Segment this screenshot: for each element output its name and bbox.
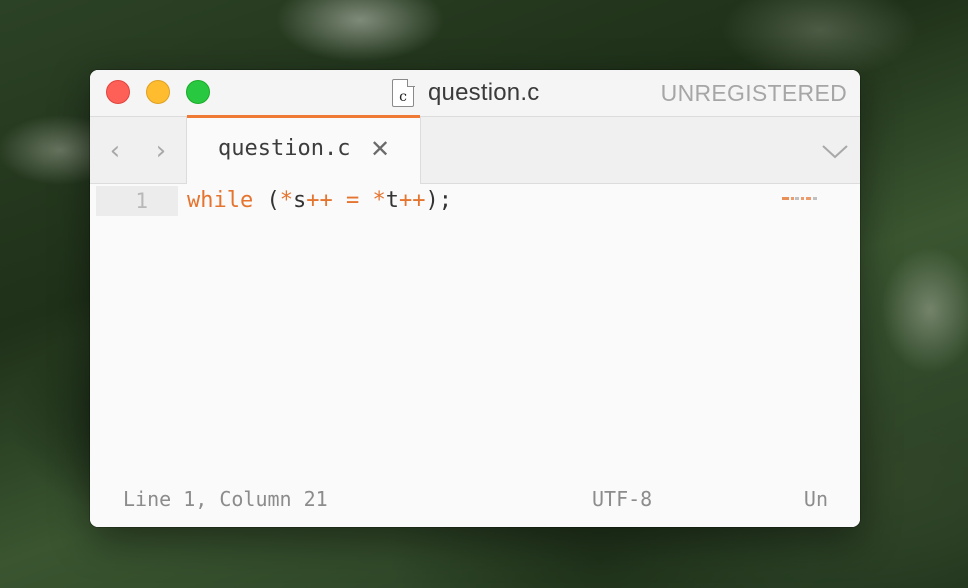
chevron-down-icon[interactable] bbox=[821, 141, 849, 161]
code-token-punc: ); bbox=[425, 188, 452, 213]
code-token-op: * bbox=[279, 188, 293, 213]
c-file-icon: c bbox=[392, 78, 415, 107]
minimize-window-button[interactable] bbox=[146, 80, 170, 104]
window-title: c question.c bbox=[392, 76, 539, 110]
status-bar: Line 1, Column 21 UTF-8 Un bbox=[90, 474, 860, 527]
code-line[interactable]: while (*s++ = *t++); bbox=[187, 186, 452, 216]
tab-bar: ‹ › question.c ✕ bbox=[90, 115, 860, 184]
chevron-left-icon[interactable]: ‹ bbox=[103, 137, 127, 165]
chevron-right-icon[interactable]: › bbox=[149, 137, 173, 165]
file-icon-letter: c bbox=[399, 89, 407, 105]
code-token-punc: ( bbox=[253, 188, 280, 213]
code-token-op: * bbox=[372, 188, 386, 213]
unregistered-label: UNREGISTERED bbox=[660, 80, 847, 106]
code-token-id: s bbox=[292, 188, 307, 213]
file-encoding[interactable]: UTF-8 bbox=[592, 487, 652, 511]
code-token-id: t bbox=[385, 188, 399, 213]
line-number: 1 bbox=[135, 189, 148, 213]
editor-window: c question.c UNREGISTERED ‹ › question.c… bbox=[90, 70, 860, 527]
close-icon[interactable]: ✕ bbox=[369, 136, 391, 162]
code-token-op: ++ bbox=[306, 188, 333, 213]
code-token-kw: while bbox=[187, 188, 254, 213]
tab-question-c[interactable]: question.c ✕ bbox=[186, 115, 421, 184]
code-editor[interactable]: 1 while (*s++ = *t++); bbox=[90, 184, 860, 474]
code-token-op: ++ bbox=[398, 188, 426, 213]
code-token-punc bbox=[359, 188, 372, 213]
close-window-button[interactable] bbox=[106, 80, 130, 104]
window-title-text: question.c bbox=[428, 79, 540, 106]
cursor-position[interactable]: Line 1, Column 21 bbox=[123, 487, 328, 511]
minimap[interactable] bbox=[782, 187, 822, 200]
maximize-window-button[interactable] bbox=[186, 80, 210, 104]
syntax-selector[interactable]: Un bbox=[804, 487, 828, 511]
code-token-punc bbox=[333, 188, 346, 213]
code-token-op: = bbox=[345, 188, 360, 213]
tab-label: question.c bbox=[218, 136, 351, 161]
active-tab-indicator bbox=[187, 115, 420, 118]
title-bar[interactable]: c question.c UNREGISTERED bbox=[90, 70, 860, 116]
